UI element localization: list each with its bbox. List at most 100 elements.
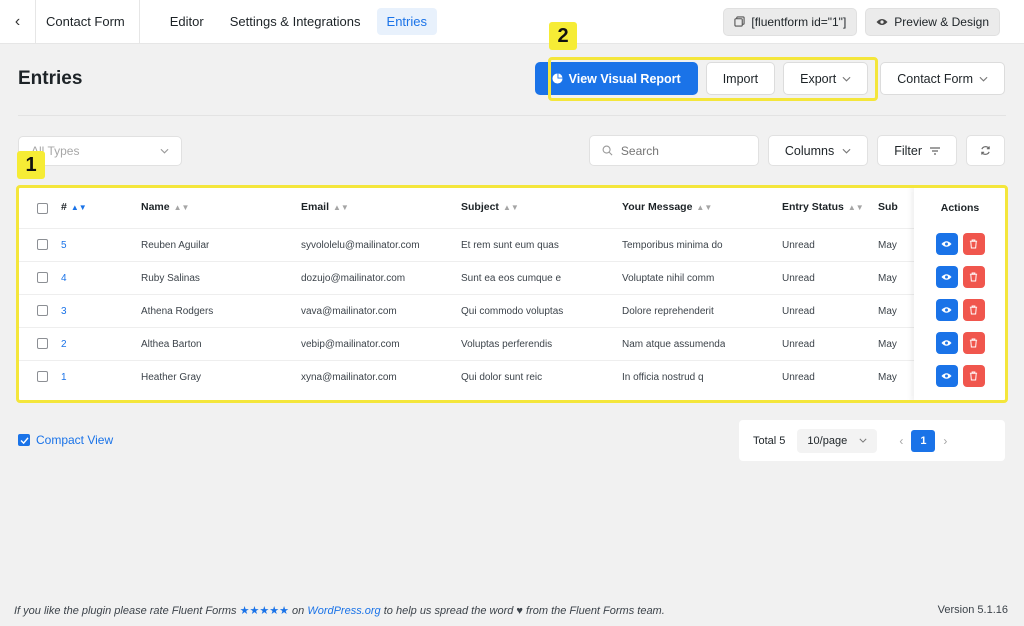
pagination: Total 5 10/page ‹ 1 › [739,420,1005,461]
form-select-dropdown[interactable]: Contact Form [880,62,1005,95]
cell-message: Temporibus minima do [622,240,723,251]
next-page-icon[interactable]: › [943,434,947,448]
columns-label: Columns [785,144,834,158]
cell-email: syvololelu@mailinator.com [301,240,420,251]
view-entry-button[interactable] [936,266,958,288]
total-count: Total 5 [753,435,785,447]
cell-submitted: May [878,273,912,284]
refresh-button[interactable] [966,135,1005,166]
select-all-checkbox[interactable] [37,203,48,214]
cell-email: vava@mailinator.com [301,306,397,317]
export-label: Export [800,72,836,86]
prev-page-icon[interactable]: ‹ [899,434,903,448]
chevron-down-icon [160,148,169,154]
cell-subject: Voluptas perferendis [461,339,552,350]
col-id-header[interactable]: #▲▼ [61,201,87,213]
columns-button[interactable]: Columns [768,135,868,166]
per-page-label: 10/page [807,435,847,447]
cell-subject: Qui commodo voluptas [461,306,563,317]
table-row: 5 Reuben Aguilar syvololelu@mailinator.com… [18,228,984,261]
version-label: Version 5.1.16 [938,604,1008,616]
cell-status: Unread [782,273,815,284]
chevron-down-icon [842,76,851,82]
delete-entry-button[interactable] [963,332,985,354]
cell-id[interactable]: 1 [61,372,67,383]
tab-settings-integrations[interactable]: Settings & Integrations [220,8,371,35]
row-checkbox[interactable] [37,338,48,349]
row-actions [914,365,1006,387]
eye-icon [941,306,952,314]
tab-entries[interactable]: Entries [377,8,437,35]
back-icon[interactable]: ‹ [0,0,36,44]
cell-status: Unread [782,339,815,350]
preview-design-button[interactable]: Preview & Design [865,8,1000,36]
form-select-label: Contact Form [897,72,973,86]
col-email-header[interactable]: Email▲▼ [301,201,349,213]
filter-label: Filter [894,144,922,158]
wordpress-link[interactable]: WordPress.org [307,605,380,617]
row-checkbox[interactable] [37,305,48,316]
eye-icon [941,339,952,347]
row-actions [914,233,1006,255]
preview-label: Preview & Design [894,15,989,29]
table-header: #▲▼ Name▲▼ Email▲▼ Subject▲▼ Your Messag… [18,187,984,227]
delete-entry-button[interactable] [963,233,985,255]
tab-editor[interactable]: Editor [160,8,214,35]
cell-email: vebip@mailinator.com [301,339,400,350]
cell-id[interactable]: 4 [61,273,67,284]
col-submitted-header[interactable]: Sub [878,201,918,213]
footer-text-2: on [292,605,304,617]
header-actions: View Visual Report Import Export Contact… [535,62,1005,95]
delete-entry-button[interactable] [963,299,985,321]
cell-id[interactable]: 3 [61,306,67,317]
pie-chart-icon [552,73,563,84]
col-status-header[interactable]: Entry Status▲▼ [782,201,864,213]
row-checkbox[interactable] [37,272,48,283]
col-name-header[interactable]: Name▲▼ [141,201,189,213]
view-entry-button[interactable] [936,332,958,354]
actions-header: Actions [914,202,1006,214]
rating-stars-icon[interactable]: ★★★★★ [240,605,289,617]
copy-icon [734,16,745,27]
cell-submitted: May [878,339,912,350]
col-subject-header[interactable]: Subject▲▼ [461,201,519,213]
search-box [589,135,759,166]
view-visual-report-button[interactable]: View Visual Report [535,62,698,95]
import-button[interactable]: Import [706,62,775,95]
search-input[interactable] [621,144,741,158]
cell-id[interactable]: 2 [61,339,67,350]
search-icon [602,145,613,156]
row-checkbox[interactable] [37,371,48,382]
table-row: 3 Athena Rodgers vava@mailinator.com Qui co… [18,294,984,327]
view-entry-button[interactable] [936,233,958,255]
cell-message: Voluptate nihil comm [622,273,714,284]
filter-button[interactable]: Filter [877,135,957,166]
view-entry-button[interactable] [936,299,958,321]
sort-icon: ▲▼ [333,203,349,212]
eye-icon [941,240,952,248]
view-entry-button[interactable] [936,365,958,387]
compact-view-toggle[interactable]: Compact View [18,433,113,447]
cell-name: Athena Rodgers [141,306,213,317]
compact-view-label: Compact View [36,433,113,447]
delete-entry-button[interactable] [963,266,985,288]
export-button[interactable]: Export [783,62,868,95]
delete-entry-button[interactable] [963,365,985,387]
footer-credit: If you like the plugin please rate Fluen… [14,604,665,617]
col-message-header[interactable]: Your Message▲▼ [622,201,712,213]
import-label: Import [723,72,758,86]
page-number-current[interactable]: 1 [911,430,935,452]
cell-status: Unread [782,306,815,317]
table-row: 1Heather Grayxyna@mailinator.comQui dolo… [18,360,984,393]
per-page-select[interactable]: 10/page [797,429,877,453]
sort-icon: ▲▼ [696,203,712,212]
row-actions [914,332,1006,354]
eye-icon [941,372,952,380]
shortcode-button[interactable]: [fluentform id="1"] [723,8,857,36]
chevron-down-icon [859,438,867,443]
nav-tabs: Editor Settings & Integrations Entries [160,8,437,35]
row-checkbox[interactable] [37,239,48,250]
cell-id[interactable]: 5 [61,240,67,251]
cell-name: Reuben Aguilar [141,240,209,251]
eye-icon [876,17,888,27]
